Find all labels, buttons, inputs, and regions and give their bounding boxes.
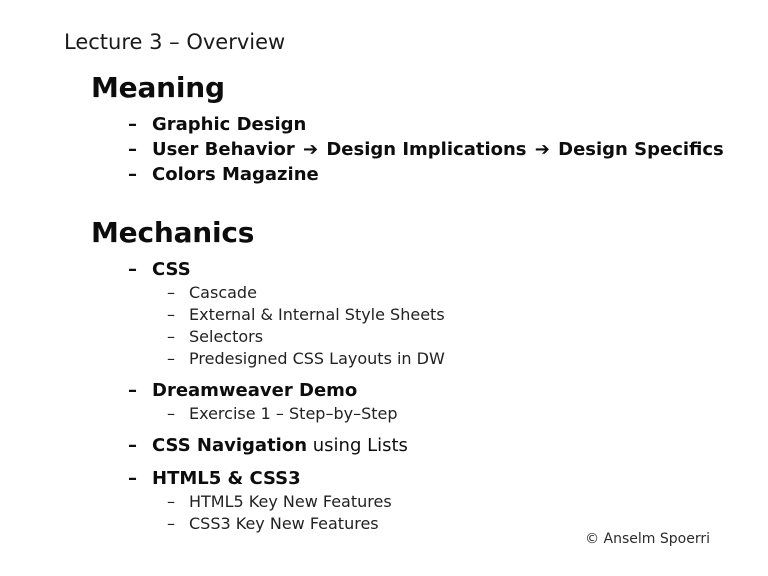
bullet-label: Predesigned CSS Layouts in DW xyxy=(189,349,445,368)
bullet-colors-magazine: – Colors Magazine xyxy=(0,162,768,187)
bullet-dash: – xyxy=(128,114,137,135)
bullet-dash: – xyxy=(167,514,175,533)
arrow-right-icon: ➔ xyxy=(302,139,319,160)
bullet-dash: – xyxy=(128,139,137,160)
bullet-label-bold-part: CSS Navigation xyxy=(152,435,308,456)
flow-step-design-implications: Design Implications xyxy=(320,139,533,160)
bullet-label: Dreamweaver Demo xyxy=(152,380,358,401)
bullet-dash: – xyxy=(128,468,137,489)
bullet-dash: – xyxy=(128,380,137,401)
section-meaning: Meaning – Graphic Design – User Behavior… xyxy=(0,70,768,187)
section-mechanics: Mechanics – CSS – Cascade – External & I… xyxy=(0,215,768,535)
bullet-dash: – xyxy=(167,327,175,346)
bullet-dash: – xyxy=(128,259,137,280)
bullet-label-regular-part: using Lists xyxy=(307,435,408,456)
bullet-html5-key-new-features: – HTML5 Key New Features xyxy=(0,491,768,513)
bullet-label: HTML5 Key New Features xyxy=(189,492,392,511)
flow-step-user-behavior: User Behavior xyxy=(152,139,301,160)
bullet-dash: – xyxy=(167,283,175,302)
bullet-label: HTML5 & CSS3 xyxy=(152,468,301,489)
bullet-predesigned-css-layouts: – Predesigned CSS Layouts in DW xyxy=(0,348,768,370)
bullet-external-internal-style-sheets: – External & Internal Style Sheets xyxy=(0,304,768,326)
bullet-label: User Behavior ➔ Design Implications ➔ De… xyxy=(152,137,724,162)
bullet-dash: – xyxy=(167,305,175,324)
bullet-selectors: – Selectors xyxy=(0,326,768,348)
bullet-label: Graphic Design xyxy=(152,114,307,135)
bullet-exercise-1: – Exercise 1 – Step–by–Step xyxy=(0,403,768,425)
bullet-label: External & Internal Style Sheets xyxy=(189,305,445,324)
bullet-graphic-design: – Graphic Design xyxy=(0,112,768,137)
bullet-label: Exercise 1 – Step–by–Step xyxy=(189,404,398,423)
bullet-label: Selectors xyxy=(189,327,264,346)
slide-body: Meaning – Graphic Design – User Behavior… xyxy=(0,70,768,535)
bullet-dash: – xyxy=(128,435,137,456)
bullet-dash: – xyxy=(167,492,175,511)
bullet-label: Cascade xyxy=(189,283,257,302)
bullet-dash: – xyxy=(167,349,175,368)
bullet-label: CSS xyxy=(152,259,191,280)
bullet-dreamweaver-demo: – Dreamweaver Demo xyxy=(0,378,768,403)
section-heading-meaning: Meaning xyxy=(91,71,225,104)
bullet-user-behavior-flow: – User Behavior ➔ Design Implications ➔ … xyxy=(0,137,768,162)
slide-canvas: Lecture 3 – Overview Meaning – Graphic D… xyxy=(0,0,768,576)
bullet-css: – CSS xyxy=(0,257,768,282)
flow-step-design-specifics: Design Specifics xyxy=(551,139,724,160)
bullet-dash: – xyxy=(167,404,175,423)
bullet-label: Colors Magazine xyxy=(152,164,319,185)
page-title: Lecture 3 – Overview xyxy=(64,30,286,54)
copyright-footer: © Anselm Spoerri xyxy=(585,531,710,547)
bullet-html5-css3: – HTML5 & CSS3 xyxy=(0,466,768,491)
bullet-css-navigation: – CSS Navigation using Lists xyxy=(0,433,768,458)
arrow-right-icon: ➔ xyxy=(534,139,550,160)
bullet-dash: – xyxy=(128,164,137,185)
bullet-label: CSS Navigation using Lists xyxy=(152,433,408,458)
bullet-cascade: – Cascade xyxy=(0,282,768,304)
bullet-label: CSS3 Key New Features xyxy=(189,514,379,533)
section-heading-mechanics: Mechanics xyxy=(91,216,255,249)
